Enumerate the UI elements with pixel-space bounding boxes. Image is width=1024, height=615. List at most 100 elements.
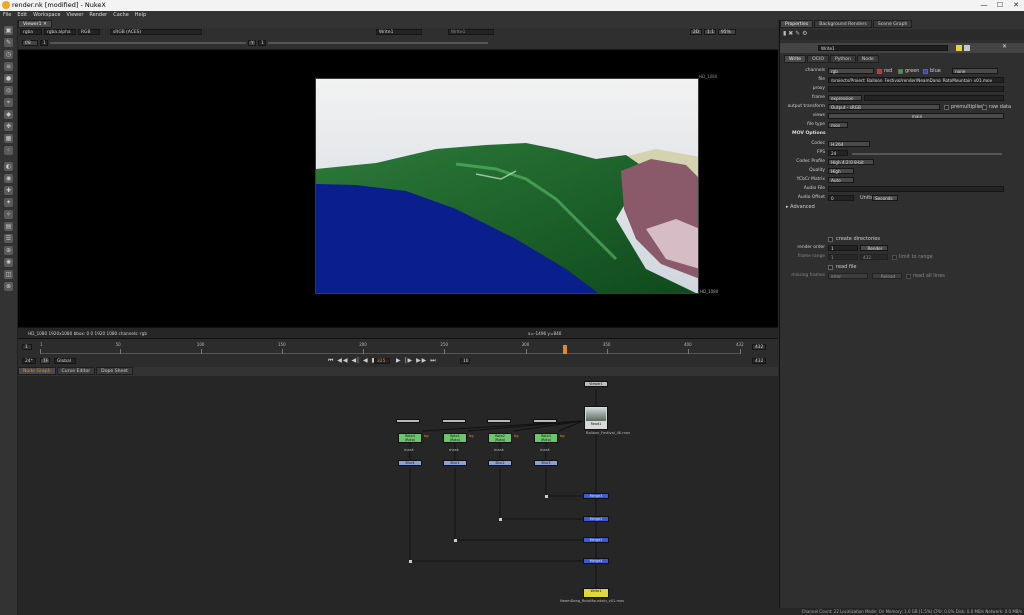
blur2-node[interactable]: Blur2 [488,460,512,466]
color-icon[interactable]: ● [4,74,13,83]
timeline-start[interactable]: 1 [22,344,32,350]
advanced-toggle[interactable]: ▸ Advanced [786,204,815,210]
read-all-lines-checkbox[interactable] [906,274,911,279]
codec-profile-dropdown[interactable]: High 4:2:0 8-bit [828,159,874,165]
tab-scene-graph[interactable]: Scene Graph [872,20,913,28]
tab-curve-editor[interactable]: Curve Editor [56,367,96,375]
tf-toggle[interactable]: TF [40,358,50,364]
display-channel-dropdown[interactable]: RGB [78,29,100,35]
audio-offset-field[interactable]: 0 [828,195,854,201]
read-node[interactable]: Read1 [584,406,608,430]
frame-range-start[interactable]: 1 [828,254,858,260]
green-checkbox[interactable] [898,69,903,74]
ml-icon[interactable]: ✧ [4,210,13,219]
subtab-python[interactable]: Python [829,55,856,63]
roto4-top-node[interactable] [396,419,420,423]
menu-workspace[interactable]: Workspace [30,11,63,20]
menu-edit[interactable]: Edit [14,11,30,20]
tab-properties[interactable]: Properties [780,20,814,28]
minimize-button[interactable]: — [976,0,992,11]
filter-icon[interactable]: ◎ [4,86,13,95]
write-node[interactable]: Write1 [583,588,609,598]
timeline-track[interactable]: 1 50 100 150 200 250 300 350 400 432 [40,342,744,354]
gain-slider[interactable] [50,42,246,44]
toolsets-icon[interactable]: ✦ [4,198,13,207]
roto2-top-node[interactable] [487,419,511,423]
input-a-dropdown[interactable]: Write1 [376,29,422,35]
menu-help[interactable]: Help [132,11,149,20]
frame-expression-field[interactable] [864,95,1004,101]
panel-close-icon[interactable]: ✕ [1002,43,1007,50]
tab-dope-sheet[interactable]: Dope Sheet [96,367,133,375]
render-order-field[interactable]: 1 [828,245,858,251]
timeline-end[interactable]: 432 [752,344,766,350]
zoom-label[interactable]: 2D [690,29,702,35]
input-b-dropdown[interactable]: Write1 [448,29,494,35]
merge2-node[interactable]: Merge2 [583,516,609,522]
zoom-dropdown[interactable]: 95% [718,29,736,35]
menu-render[interactable]: Render [86,11,110,20]
roto4-node[interactable]: Roto4 (Roto) [398,433,422,443]
menu-file[interactable]: File [0,11,14,20]
tab-viewer1[interactable]: Viewer1 ✕ [18,20,52,28]
channels-value[interactable]: rgb [828,68,874,74]
channel-icon[interactable]: ≡ [4,62,13,71]
frame-range-end[interactable]: 432 [860,254,888,260]
image-icon[interactable]: ▣ [4,26,13,35]
missing-frames-dropdown[interactable]: error [828,273,868,279]
draw-icon[interactable]: ✎ [4,38,13,47]
gain-field[interactable]: 1 [40,40,48,46]
keyer-icon[interactable]: ⌖ [4,98,13,107]
codec-dropdown[interactable]: H.264 [828,141,870,147]
roto1-top-node[interactable] [442,419,466,423]
blur3-node[interactable]: Blur3 [534,460,558,466]
roto3-node[interactable]: Roto3 (Roto) [534,433,558,443]
premultiplied-checkbox[interactable] [944,105,949,110]
roto2-node[interactable]: Roto2 (Roto) [488,433,512,443]
gamma-field[interactable]: 1 [258,40,266,46]
transform-icon[interactable]: ✥ [4,122,13,131]
furnace-icon[interactable]: ▤ [4,222,13,231]
cara-icon[interactable]: ◫ [4,270,13,279]
red-checkbox[interactable] [877,69,882,74]
roto3-top-node[interactable] [533,419,557,423]
views-icon[interactable]: ◉ [4,174,13,183]
proxy-field[interactable] [828,86,1004,92]
menu-cache[interactable]: Cache [110,11,132,20]
merge-icon[interactable]: ◆ [4,110,13,119]
fps-field[interactable]: 24* [22,358,36,364]
reload-button[interactable]: Reload [872,273,902,279]
merge4-node[interactable]: Merge4 [583,558,609,564]
limit-to-range-checkbox[interactable] [892,255,897,260]
audio-file-field[interactable] [828,186,1004,192]
fps-ratio[interactable]: 1:1 [704,29,716,35]
deep-icon[interactable]: ◐ [4,162,13,171]
roto1-node[interactable]: Roto1 (Roto) [443,433,467,443]
panel-toolbar[interactable]: ▮ ✖ ✎ ⚙ [780,30,1024,40]
metadata-icon[interactable]: ✚ [4,186,13,195]
render-button[interactable]: Render [860,245,888,251]
merge3-node[interactable]: Merge3 [583,493,609,499]
colorspace-dropdown[interactable]: sRGB (ACES) [110,29,202,35]
current-frame-field[interactable]: 325 [374,358,390,364]
playback-controls[interactable]: ⏮ ◀◀ ◀| ◀ ■ [328,357,378,365]
3d-icon[interactable]: ▦ [4,134,13,143]
output-transform-dropdown[interactable]: Output - sRGB [828,104,940,110]
alpha-dropdown[interactable]: rgba.alpha [44,29,76,35]
node-color-swatch-2[interactable] [964,45,970,51]
timeline-playhead[interactable] [563,345,567,354]
other-icon[interactable]: ☰ [4,234,13,243]
blur1-node[interactable]: Blur1 [443,460,467,466]
alpha-channel-dropdown[interactable]: none [952,68,998,74]
playback-controls-forward[interactable]: ▶ |▶ ▶▶ ⏭ [396,357,437,365]
frame-dropdown[interactable]: expression [828,95,862,101]
node-color-swatch[interactable] [956,45,962,51]
subtab-node[interactable]: Node [856,55,879,63]
close-button[interactable]: ✕ [1008,0,1024,11]
menu-viewer[interactable]: Viewer [63,11,86,20]
read-file-checkbox[interactable] [828,265,833,270]
create-directories-checkbox[interactable] [828,237,833,242]
ycbcr-dropdown[interactable]: Auto [828,177,854,183]
quality-dropdown[interactable]: High [828,168,854,174]
maximize-button[interactable]: ☐ [992,0,1008,11]
